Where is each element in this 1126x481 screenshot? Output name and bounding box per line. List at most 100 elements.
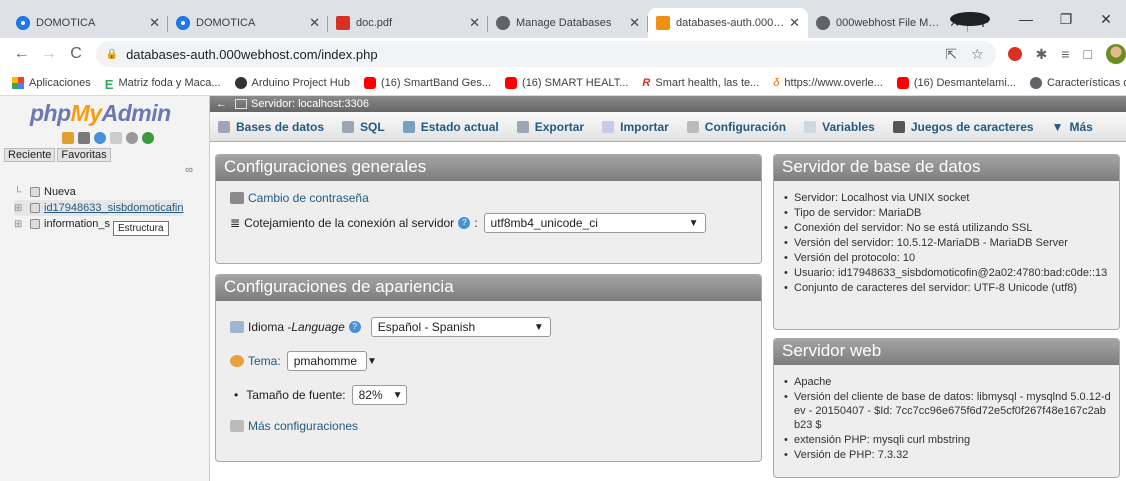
close-icon[interactable]: ✕ xyxy=(309,15,320,31)
apps-icon xyxy=(12,76,24,89)
tab-databases[interactable]: Bases de datos xyxy=(218,120,324,134)
maximize-icon[interactable]: ❐ xyxy=(1046,11,1086,28)
favorites-tab[interactable]: Favoritas xyxy=(57,148,111,162)
tab-more[interactable]: ▼ Más xyxy=(1052,120,1093,134)
tree-item-db[interactable]: ⊞ id17948633_sisbdomoticafin xyxy=(14,200,184,216)
chevron-down-icon: ▼ xyxy=(392,389,403,401)
back-icon[interactable]: ← xyxy=(8,45,35,63)
minimize-icon[interactable]: — xyxy=(1006,11,1046,27)
window-close-icon[interactable]: ✕ xyxy=(1086,11,1126,28)
collapse-arrow-icon[interactable]: ← xyxy=(216,98,227,110)
close-icon[interactable]: ✕ xyxy=(629,15,640,31)
bookmark-item[interactable]: Aplicaciones xyxy=(12,76,91,89)
tab-import[interactable]: Importar xyxy=(602,120,669,134)
panel-title: Configuraciones generales xyxy=(216,155,761,181)
star-icon[interactable]: ☆ xyxy=(971,46,984,63)
wrench-icon xyxy=(230,420,244,432)
tab-charsets[interactable]: Juegos de caracteres xyxy=(892,120,1034,134)
browser-tab[interactable]: 000webhost File Mana ✕ xyxy=(808,8,968,38)
recent-tab[interactable]: Reciente xyxy=(4,148,56,162)
bookmarks-bar: Aplicaciones E Matriz foda y Maca... Ardu… xyxy=(0,70,1126,96)
forward-icon[interactable]: → xyxy=(35,45,62,63)
bookmark-label: Aplicaciones xyxy=(29,76,91,89)
tab-variables[interactable]: Variables xyxy=(804,120,875,134)
language-select[interactable]: Español - Spanish ▼ xyxy=(370,317,551,337)
reading-list-icon[interactable]: ≡ xyxy=(1061,46,1069,62)
browser-tab[interactable]: DOMOTICA ✕ xyxy=(168,8,328,38)
share-icon[interactable]: ⇱ xyxy=(945,46,957,63)
bookmark-item[interactable]: Características de u... xyxy=(1029,76,1126,89)
bookmark-item[interactable]: Arduino Project Hub xyxy=(234,76,350,89)
close-icon[interactable]: ✕ xyxy=(789,15,800,31)
language-label-italic: Language xyxy=(291,320,345,334)
change-password-link[interactable]: Cambio de contraseña xyxy=(248,191,369,205)
bookmark-item[interactable]: δ https://www.overle... xyxy=(773,77,883,89)
docs-icon[interactable] xyxy=(110,132,122,144)
browser-tab[interactable]: DOMOTICA ✕ xyxy=(8,8,168,38)
r-icon: R xyxy=(642,76,651,89)
db-link[interactable]: id17948633_sisbdomoticafin xyxy=(44,202,183,214)
bookmark-item[interactable]: (16) SmartBand Ges... xyxy=(363,76,491,89)
gear-icon[interactable] xyxy=(126,132,138,144)
tab-title: DOMOTICA xyxy=(36,17,96,29)
extension-icon[interactable] xyxy=(1007,47,1022,61)
server-link[interactable]: Servidor: localhost:3306 xyxy=(251,98,369,110)
overleaf-icon: δ xyxy=(773,76,780,89)
info-item: Conjunto de caracteres del servidor: UTF… xyxy=(782,281,1111,295)
nav-quick-icons xyxy=(62,132,154,144)
help-icon[interactable] xyxy=(94,132,106,144)
tab-search-icon[interactable] xyxy=(950,12,990,26)
bullet: • xyxy=(234,388,239,402)
bookmark-label: Características de u... xyxy=(1046,76,1126,89)
theme-select[interactable]: pmahomme ▼ xyxy=(286,351,377,371)
bookmark-item[interactable]: (16) Desmantelami... xyxy=(896,76,1016,89)
tab-sql[interactable]: SQL xyxy=(342,120,385,134)
bookmark-item[interactable]: E Matriz foda y Maca... xyxy=(105,76,221,92)
avatar[interactable] xyxy=(1105,44,1126,64)
globe-icon xyxy=(496,16,510,30)
chevron-down-icon: ▼ xyxy=(533,321,544,333)
status-icon xyxy=(402,120,415,133)
tab-title: DOMOTICA xyxy=(196,17,256,29)
collation-select[interactable]: utf8mb4_unicode_ci ▼ xyxy=(483,213,706,233)
tab-settings[interactable]: Configuración xyxy=(686,120,786,134)
reload-icon[interactable]: C xyxy=(62,45,89,63)
theme-link[interactable]: Tema: xyxy=(248,354,281,368)
browser-tab-strip: DOMOTICA ✕ DOMOTICA ✕ doc.pdf ✕ Manage D… xyxy=(0,0,1126,38)
info-item: Versión del servidor: 10.5.12-MariaDB - … xyxy=(782,236,1111,250)
bookmark-item[interactable]: R Smart health, las te... xyxy=(642,77,759,89)
link-icon[interactable]: ∞ xyxy=(185,164,193,176)
browser-tab-active[interactable]: databases-auth.000we ✕ xyxy=(648,8,808,38)
font-size-select[interactable]: 82% ▼ xyxy=(351,385,407,405)
tree-connector: └ xyxy=(14,186,22,198)
logout-icon[interactable] xyxy=(78,132,90,144)
db-label[interactable]: information_s xyxy=(44,218,110,230)
close-icon[interactable]: ✕ xyxy=(149,15,160,31)
lock-icon[interactable]: 🔒 xyxy=(106,49,118,60)
browser-tab[interactable]: doc.pdf ✕ xyxy=(328,8,488,38)
pdf-icon xyxy=(336,16,350,30)
more-settings-link[interactable]: Más configuraciones xyxy=(248,419,358,433)
tab-title: Manage Databases xyxy=(516,17,612,29)
expand-icon[interactable]: ⊞ xyxy=(14,219,30,230)
extensions-puzzle-icon[interactable]: ✱ xyxy=(1036,46,1048,63)
help-icon[interactable]: ? xyxy=(458,217,471,229)
tab-status[interactable]: Estado actual xyxy=(402,120,499,134)
home-icon[interactable] xyxy=(62,132,74,144)
bookmark-label: Matriz foda y Maca... xyxy=(118,76,221,89)
bookmark-item[interactable]: (16) SMART HEALT... xyxy=(505,76,628,89)
tab-export[interactable]: Exportar xyxy=(516,120,584,134)
database-icon xyxy=(30,219,40,229)
tree-item-new[interactable]: └ Nueva xyxy=(14,184,183,200)
browser-tab[interactable]: Manage Databases ✕ xyxy=(488,8,648,38)
globe-icon xyxy=(1029,76,1042,89)
info-item: Tipo de servidor: MariaDB xyxy=(782,206,1111,220)
refresh-icon[interactable] xyxy=(142,132,154,144)
side-panel-icon[interactable]: □ xyxy=(1084,46,1092,62)
database-icon xyxy=(30,203,40,213)
help-icon[interactable]: ? xyxy=(348,321,361,333)
phpmyadmin-logo[interactable]: phpMyAdmin xyxy=(30,100,171,127)
address-bar[interactable]: 🔒 databases-auth.000webhost.com/index.ph… xyxy=(95,41,996,67)
close-icon[interactable]: ✕ xyxy=(469,15,480,31)
expand-icon[interactable]: ⊞ xyxy=(14,203,30,214)
